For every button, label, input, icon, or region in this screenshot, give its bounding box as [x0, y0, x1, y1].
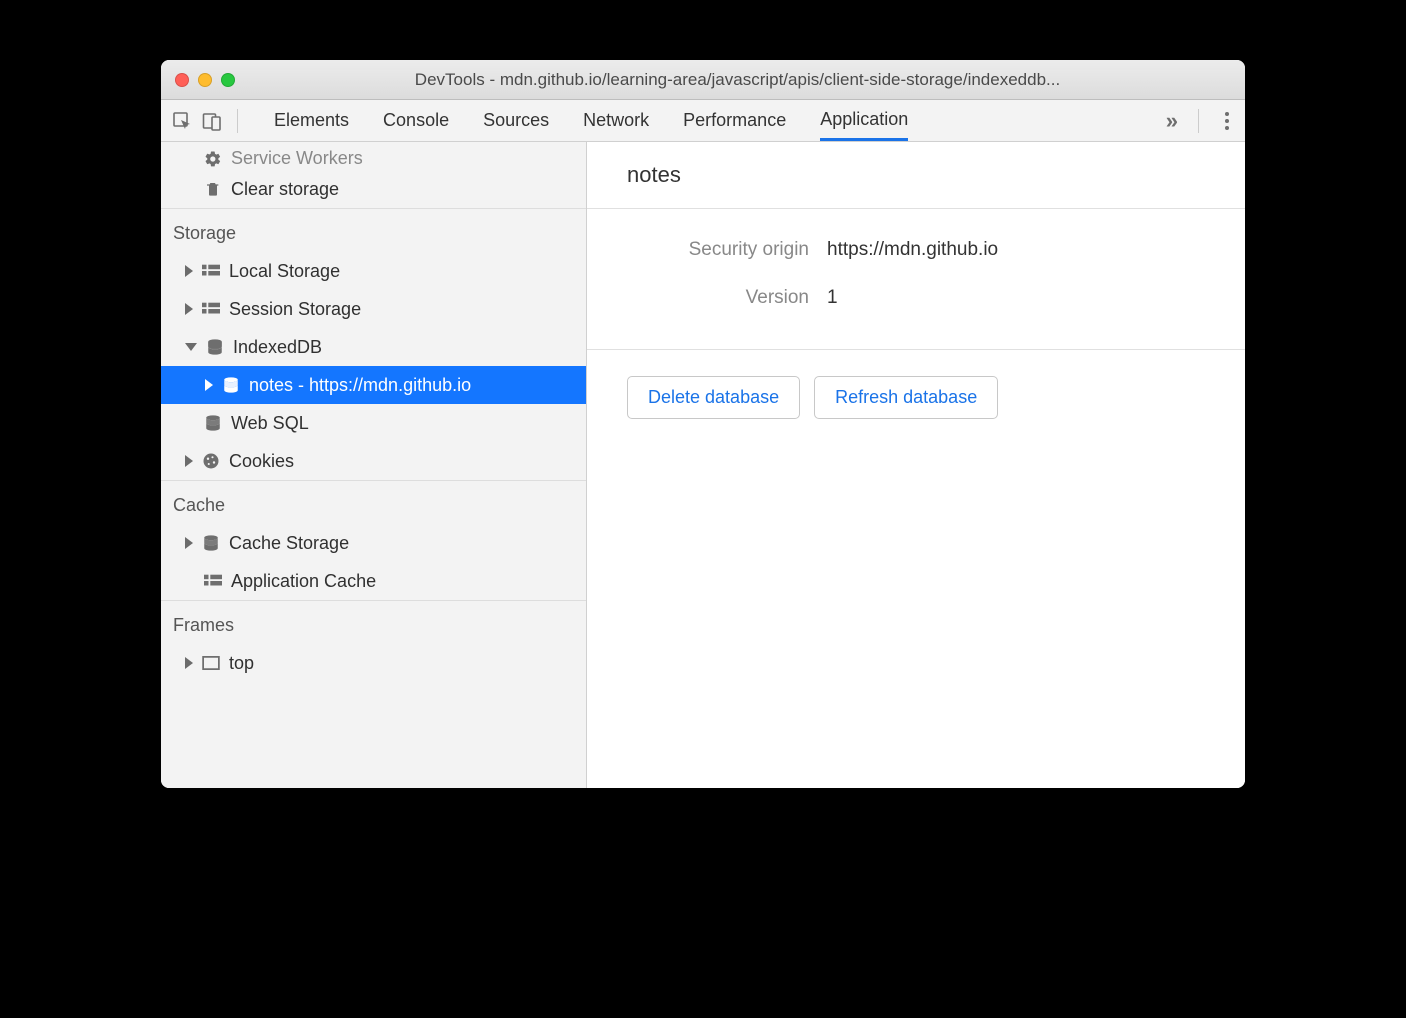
tab-sources[interactable]: Sources — [483, 100, 549, 141]
minimize-window-button[interactable] — [198, 73, 212, 87]
settings-menu-icon[interactable] — [1219, 112, 1235, 130]
toolbar-right: » — [1166, 108, 1235, 134]
devtools-window: DevTools - mdn.github.io/learning-area/j… — [161, 60, 1245, 788]
chevron-down-icon — [185, 343, 197, 351]
toolbar-separator — [237, 109, 238, 133]
tab-elements[interactable]: Elements — [274, 100, 349, 141]
toolbar-separator — [1198, 109, 1199, 133]
detail-row-version: Version 1 — [627, 287, 1205, 309]
detail-value: https://mdn.github.io — [827, 239, 998, 261]
sidebar-item-session-storage[interactable]: Session Storage — [161, 290, 586, 328]
cookie-icon — [201, 451, 221, 471]
main-panel: notes Security origin https://mdn.github… — [587, 142, 1245, 788]
chevron-right-icon — [185, 265, 193, 277]
sidebar-item-application-cache[interactable]: Application Cache — [161, 562, 586, 600]
zoom-window-button[interactable] — [221, 73, 235, 87]
sidebar-item-label: Application Cache — [231, 571, 376, 592]
database-icon — [205, 337, 225, 357]
chevron-right-icon — [185, 537, 193, 549]
sidebar-item-indexeddb[interactable]: IndexedDB — [161, 328, 586, 366]
sidebar-section-cache: Cache — [161, 480, 586, 524]
sidebar-item-label: Service Workers — [231, 148, 363, 169]
refresh-database-button[interactable]: Refresh database — [814, 376, 998, 419]
storage-grid-icon — [201, 299, 221, 319]
more-tabs-icon[interactable]: » — [1166, 108, 1178, 134]
titlebar: DevTools - mdn.github.io/learning-area/j… — [161, 60, 1245, 100]
tab-performance[interactable]: Performance — [683, 100, 786, 141]
database-actions: Delete database Refresh database — [587, 350, 1245, 445]
sidebar-section-storage: Storage — [161, 208, 586, 252]
chevron-right-icon — [205, 379, 213, 391]
window-title: DevTools - mdn.github.io/learning-area/j… — [244, 70, 1231, 90]
storage-grid-icon — [201, 261, 221, 281]
sidebar-item-label: IndexedDB — [233, 337, 322, 358]
sidebar-item-cookies[interactable]: Cookies — [161, 442, 586, 480]
database-name-heading: notes — [587, 142, 1245, 209]
sidebar-item-local-storage[interactable]: Local Storage — [161, 252, 586, 290]
sidebar-item-clear-storage[interactable]: Clear storage — [161, 170, 586, 208]
sidebar-item-label: top — [229, 653, 254, 674]
detail-label: Version — [627, 287, 827, 309]
sidebar-item-label: notes - https://mdn.github.io — [249, 375, 471, 396]
delete-database-button[interactable]: Delete database — [627, 376, 800, 419]
close-window-button[interactable] — [175, 73, 189, 87]
sidebar-item-service-workers[interactable]: Service Workers — [161, 142, 586, 170]
sidebar-item-web-sql[interactable]: Web SQL — [161, 404, 586, 442]
gear-icon — [203, 149, 223, 169]
tab-application[interactable]: Application — [820, 100, 908, 141]
sidebar-item-frames-top[interactable]: top — [161, 644, 586, 682]
devtools-toolbar: Elements Console Sources Network Perform… — [161, 100, 1245, 142]
database-icon — [201, 533, 221, 553]
storage-grid-icon — [203, 571, 223, 591]
sidebar-item-label: Cookies — [229, 451, 294, 472]
sidebar-item-indexeddb-notes[interactable]: notes - https://mdn.github.io — [161, 366, 586, 404]
sidebar-item-label: Session Storage — [229, 299, 361, 320]
chevron-right-icon — [185, 657, 193, 669]
trash-icon — [203, 179, 223, 199]
tab-console[interactable]: Console — [383, 100, 449, 141]
database-icon — [221, 375, 241, 395]
chevron-right-icon — [185, 303, 193, 315]
panel-tabs: Elements Console Sources Network Perform… — [274, 100, 908, 141]
detail-label: Security origin — [627, 239, 827, 261]
sidebar-item-label: Cache Storage — [229, 533, 349, 554]
frame-icon — [201, 653, 221, 673]
chevron-right-icon — [185, 455, 193, 467]
sidebar-item-label: Clear storage — [231, 179, 339, 200]
sidebar-item-label: Web SQL — [231, 413, 309, 434]
content-area: Service Workers Clear storage Storage Lo… — [161, 142, 1245, 788]
application-sidebar: Service Workers Clear storage Storage Lo… — [161, 142, 587, 788]
tab-network[interactable]: Network — [583, 100, 649, 141]
database-icon — [203, 413, 223, 433]
detail-row-security-origin: Security origin https://mdn.github.io — [627, 239, 1205, 261]
sidebar-section-frames: Frames — [161, 600, 586, 644]
device-toolbar-icon[interactable] — [201, 110, 223, 132]
sidebar-item-label: Local Storage — [229, 261, 340, 282]
inspect-element-icon[interactable] — [171, 110, 193, 132]
detail-value: 1 — [827, 287, 838, 309]
database-details: Security origin https://mdn.github.io Ve… — [587, 209, 1245, 350]
sidebar-item-cache-storage[interactable]: Cache Storage — [161, 524, 586, 562]
